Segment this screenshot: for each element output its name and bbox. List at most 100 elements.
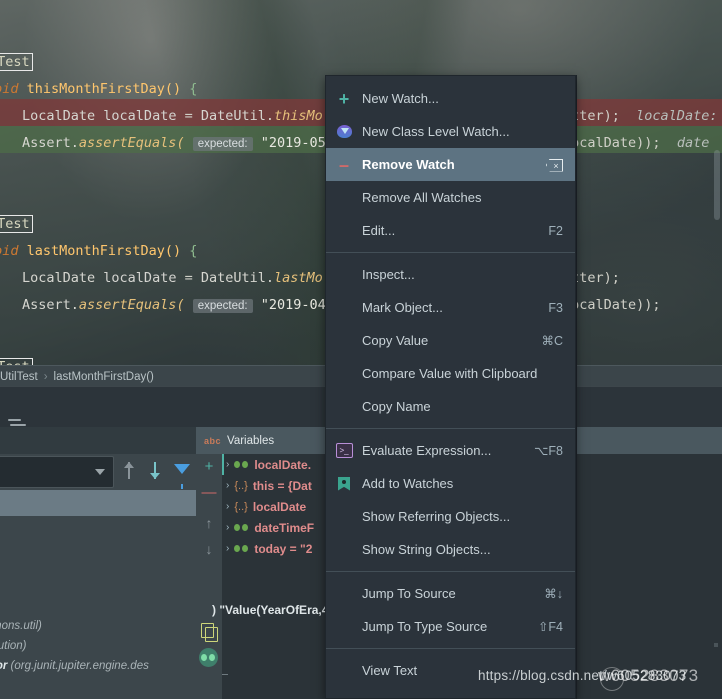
console-line: cution) <box>0 640 27 652</box>
type-localdate: LocalDate <box>22 108 96 124</box>
editor-scrollbar-thumb[interactable] <box>714 150 720 220</box>
keyword-void: void <box>0 81 19 97</box>
keyword-void: void <box>0 243 19 259</box>
chevron-right-icon: › <box>43 370 48 383</box>
chevron-right-icon[interactable]: › <box>226 480 229 491</box>
move-down-button[interactable]: ↓ <box>196 536 222 562</box>
menu-item-copy-value[interactable]: Copy Value ⌘C <box>326 324 575 357</box>
step-down-button[interactable] <box>144 460 166 482</box>
console-marker <box>714 643 718 647</box>
console-line: tor (org.junit.jupiter.engine.des <box>0 656 196 676</box>
move-up-button[interactable]: ↑ <box>196 510 222 536</box>
code-line: @Test <box>0 45 722 72</box>
menu-item-remove-all-watches[interactable]: Remove All Watches <box>326 181 575 214</box>
open-brace: { <box>189 81 198 97</box>
menu-item-add-to-watches[interactable]: Add to Watches <box>326 467 575 500</box>
menu-item-mark-object[interactable]: Mark Object... F3 <box>326 291 575 324</box>
breadcrumb-method[interactable]: lastMonthFirstDay() <box>54 371 154 383</box>
menu-item-edit[interactable]: Edit... F2 <box>326 214 575 247</box>
breadcrumb-class[interactable]: UtilTest <box>0 371 38 383</box>
menu-item-shortcut: F3 <box>548 300 563 315</box>
menu-item-shortcut: ⌥F8 <box>534 444 563 458</box>
variable-name: dateTimeF <box>254 520 315 535</box>
menu-item-shortcut: ⌘↓ <box>544 587 563 601</box>
string-literal: "2019-05 <box>260 135 326 151</box>
line-tail: localDate)); <box>563 297 661 313</box>
class-dateutil: DateUtil. <box>200 270 275 286</box>
variable-name: today = "2 <box>254 541 313 556</box>
menu-item-label: Edit... <box>362 223 396 238</box>
menu-item-jump-to-type-source[interactable]: Jump To Type Source ⇧F4 <box>326 610 575 643</box>
chevron-right-icon[interactable]: › <box>226 543 229 554</box>
watch-icon <box>234 460 249 469</box>
method-name: lastMonthFirstDay() <box>26 243 182 259</box>
menu-item-copy-name[interactable]: Copy Name <box>326 390 575 423</box>
remove-watch-button[interactable]: — <box>196 480 222 506</box>
method-assertequals: assertEquals( <box>78 297 185 313</box>
menu-item-label: Jump To Type Source <box>362 619 488 634</box>
console-right-text: ) "Value(YearOfEra,4, <box>212 603 332 617</box>
watch-chip-icon[interactable] <box>199 648 218 667</box>
console-left-output: mons.util) cution) tor (org.junit.jupite… <box>0 516 196 699</box>
class-assert: Assert. <box>22 297 79 313</box>
menu-item-show-referring-objects[interactable]: Show Referring Objects... <box>326 500 575 533</box>
menu-item-label: Mark Object... <box>362 300 443 315</box>
menu-item-label: Remove All Watches <box>362 190 482 205</box>
variable-name: localDate <box>252 499 307 514</box>
arrow-up-icon <box>124 462 134 479</box>
minus-icon: – <box>338 154 349 175</box>
menu-item-new-class-level-watch[interactable]: New Class Level Watch... <box>326 115 575 148</box>
chevron-right-icon[interactable]: › <box>226 459 229 470</box>
watch-icon <box>234 544 249 553</box>
line-tail: localDate)); <box>563 135 661 151</box>
frame-row-selected[interactable] <box>0 490 196 516</box>
ide-screenshot: @Test void thisMonthFirstDay() { LocalDa… <box>0 0 722 699</box>
parameter-hint-expected: expected: <box>192 137 253 151</box>
menu-item-label: New Watch... <box>362 91 439 106</box>
member-call: lastMo <box>274 270 323 286</box>
console-line-tail: (org.junit.jupiter.engine.des <box>7 660 149 672</box>
menu-edge-divider <box>576 75 577 699</box>
menu-item-label: Compare Value with Clipboard <box>362 366 538 381</box>
context-menu[interactable]: + New Watch... New Class Level Watch... … <box>325 75 576 699</box>
object-icon: {..} <box>234 479 248 492</box>
chevron-right-icon[interactable]: › <box>226 501 229 512</box>
menu-item-label: Jump To Source <box>362 586 456 601</box>
filter-icon <box>174 464 190 489</box>
line-tail-inline-hint: localDate: <box>636 108 718 124</box>
thread-select[interactable] <box>0 456 114 488</box>
menu-item-remove-watch[interactable]: – Remove Watch × <box>326 148 575 181</box>
menu-item-inspect[interactable]: Inspect... <box>326 258 575 291</box>
evaluate-icon: >_ <box>335 442 353 460</box>
chevron-right-icon[interactable]: › <box>226 522 229 533</box>
chevron-down-icon <box>95 469 105 475</box>
frames-header <box>0 427 196 455</box>
menu-item-shortcut: ⌘C <box>541 334 563 348</box>
add-watch-button[interactable]: + <box>196 454 222 480</box>
menu-item-label: Inspect... <box>362 267 415 282</box>
menu-item-shortcut: F2 <box>548 223 563 238</box>
step-up-button[interactable] <box>118 460 140 482</box>
menu-item-compare-value-with-clipboard[interactable]: Compare Value with Clipboard <box>326 357 575 390</box>
filter-button[interactable] <box>170 460 192 489</box>
menu-item-label: Show String Objects... <box>362 542 491 557</box>
menu-item-new-watch[interactable]: + New Watch... <box>326 82 575 115</box>
menu-item-evaluate-expression[interactable]: >_ Evaluate Expression... ⌥F8 <box>326 434 575 467</box>
menu-item-label: Remove Watch <box>362 157 455 172</box>
menu-item-view-text[interactable]: View Text <box>326 654 575 687</box>
parameter-hint-expected: expected: <box>192 299 253 313</box>
menu-item-label: Copy Name <box>362 399 431 414</box>
line-tail-inline-hint: date <box>676 135 710 151</box>
menu-item-label: Evaluate Expression... <box>362 443 492 458</box>
annotation-test: @Test <box>0 53 33 71</box>
menu-item-show-string-objects[interactable]: Show String Objects... <box>326 533 575 566</box>
annotation-test: @Test <box>0 215 33 233</box>
menu-item-jump-to-source[interactable]: Jump To Source ⌘↓ <box>326 577 575 610</box>
menu-item-label: Copy Value <box>362 333 429 348</box>
copy-icon[interactable] <box>201 623 218 642</box>
menu-separator <box>326 648 575 649</box>
class-dateutil: DateUtil. <box>200 108 275 124</box>
menu-item-label: Show Referring Objects... <box>362 509 511 524</box>
equals-operator: = <box>184 270 193 286</box>
variable-localdate: localDate <box>103 270 177 286</box>
